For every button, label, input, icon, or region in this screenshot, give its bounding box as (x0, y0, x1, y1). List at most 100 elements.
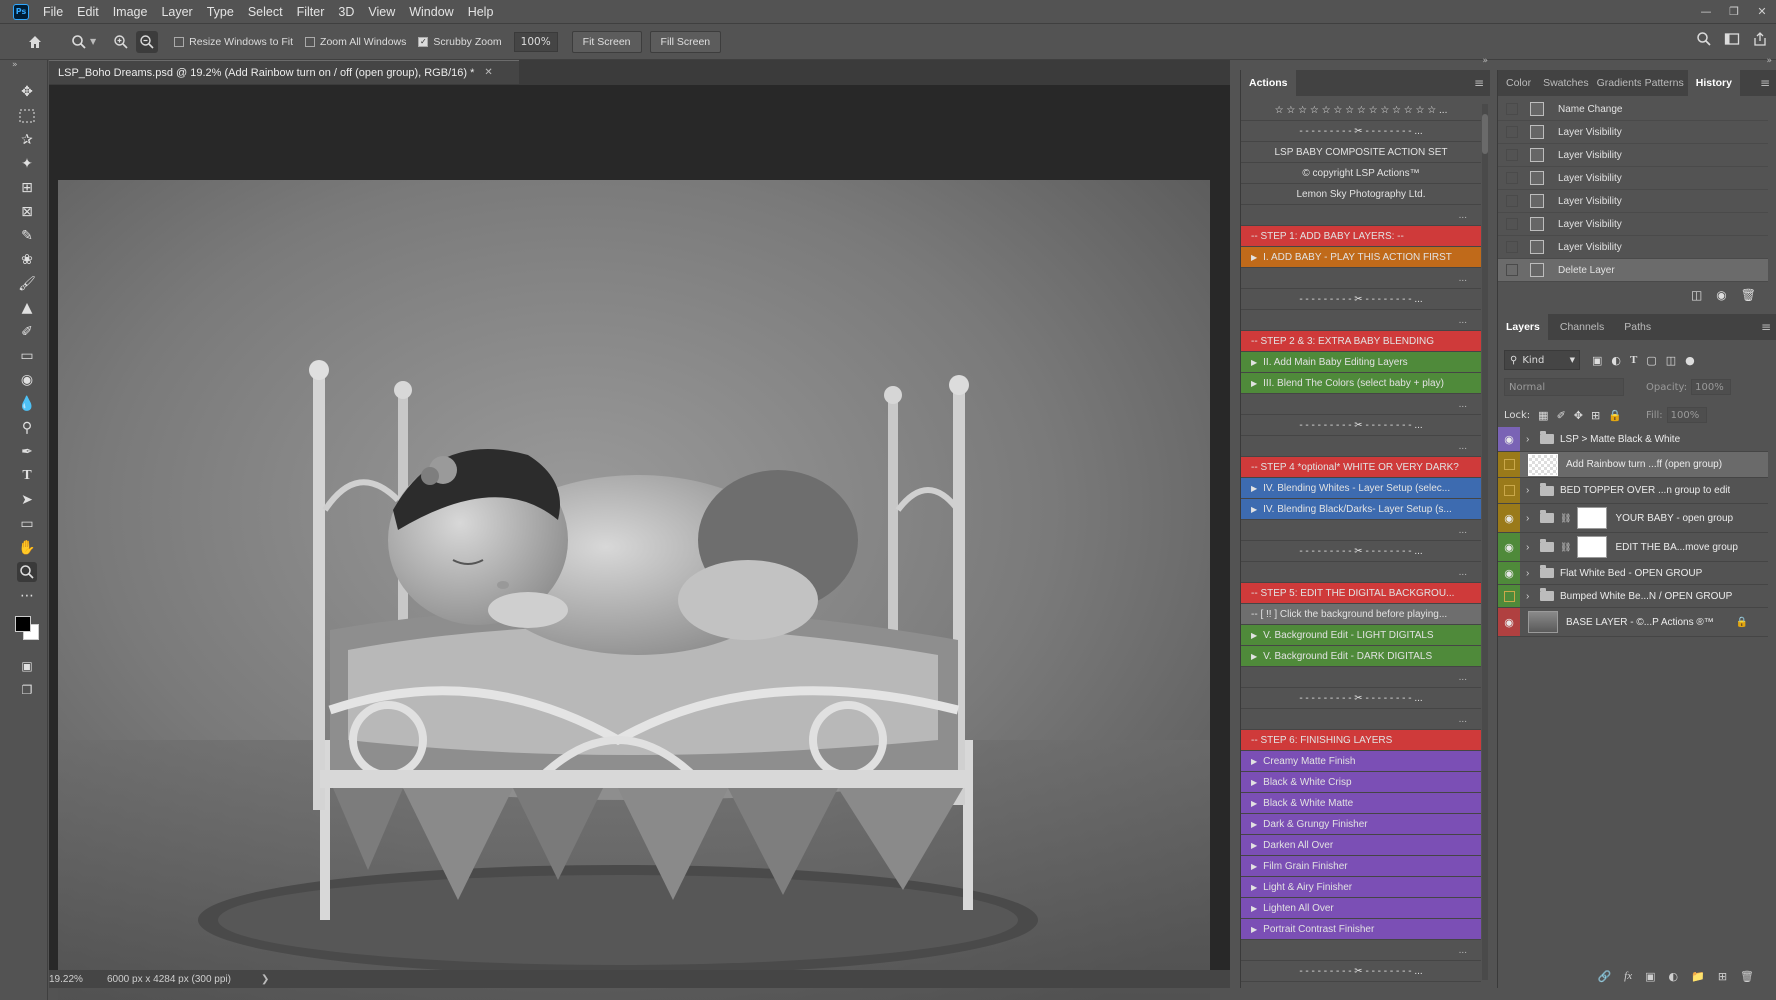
layer-name[interactable]: BED TOPPER OVER ...n group to edit (1560, 485, 1730, 496)
restore-icon[interactable]: ❐ (1720, 0, 1748, 23)
layer-mask-thumbnail[interactable] (1577, 536, 1608, 558)
screen-mode-icon[interactable]: ❐ (17, 680, 37, 700)
trash-icon[interactable]: 🗑 (1740, 970, 1754, 983)
collapse-arrows-icon[interactable]: » (1482, 56, 1488, 66)
action-header-text[interactable]: LSP BABY COMPOSITE ACTION SET (1241, 142, 1481, 163)
checkbox-box[interactable] (174, 36, 185, 47)
marquee-tool-icon[interactable] (17, 106, 37, 126)
action-header-text[interactable]: - - - - - - - - - ✂ - - - - - - - - ... (1241, 415, 1481, 436)
zoom-percent-field[interactable]: 100% (513, 31, 558, 52)
menu-help[interactable]: Help (468, 5, 494, 19)
action-item[interactable]: ▶ II. Add Main Baby Editing Layers (1241, 352, 1481, 373)
history-snapshot-toggle[interactable] (1506, 103, 1518, 115)
expand-triangle-icon[interactable]: ▶ (1251, 904, 1257, 913)
history-item[interactable]: Layer Visibility (1498, 144, 1768, 167)
filter-kind-select[interactable]: ⚲ Kind ▼ (1504, 350, 1580, 370)
home-icon[interactable] (24, 31, 46, 53)
brush-tool-icon[interactable]: 🖌 (17, 274, 37, 294)
action-header-text[interactable]: - - - - - - - - - ✂ - - - - - - - - ... (1241, 961, 1481, 982)
checkbox-box-checked[interactable]: ✓ (418, 36, 429, 47)
layer-name[interactable]: YOUR BABY - open group (1615, 513, 1733, 524)
lock-all-icon[interactable]: 🔒 (1608, 409, 1622, 422)
expand-triangle-icon[interactable]: ▶ (1251, 379, 1257, 388)
layer-name[interactable]: BASE LAYER - ©...P Actions ®™ (1566, 617, 1714, 628)
menu-file[interactable]: File (43, 5, 63, 19)
history-snapshot-toggle[interactable] (1506, 149, 1518, 161)
action-separator[interactable]: ... (1241, 940, 1481, 961)
action-separator[interactable]: ... (1241, 394, 1481, 415)
layer-row[interactable]: ◉ › ⛓ EDIT THE BA...move group (1498, 533, 1768, 562)
history-snapshot-toggle[interactable] (1506, 126, 1518, 138)
eraser-tool-icon[interactable]: ▭ (17, 346, 37, 366)
quick-mask-icon[interactable]: ▣ (17, 656, 37, 676)
menu-layer[interactable]: Layer (161, 5, 192, 19)
panel-menu-icon[interactable]: ≡ (1474, 76, 1484, 90)
menu-edit[interactable]: Edit (77, 5, 99, 19)
action-item[interactable]: ▶ Darken All Over (1241, 835, 1481, 856)
menu-filter[interactable]: Filter (297, 5, 325, 19)
action-item[interactable]: ▶ Film Grain Finisher (1241, 856, 1481, 877)
tab-patterns[interactable]: Patterns (1641, 77, 1688, 89)
eye-icon[interactable]: ◉ (1498, 533, 1520, 561)
trash-icon[interactable]: 🗑 (1741, 288, 1756, 302)
filter-shape-icon[interactable]: ▢ (1646, 354, 1656, 367)
history-item[interactable]: Layer Visibility (1498, 167, 1768, 190)
new-document-from-state-icon[interactable]: ◫ (1691, 288, 1702, 302)
action-separator[interactable]: ... (1241, 205, 1481, 226)
chain-link-icon[interactable]: ⛓ (1560, 542, 1571, 553)
zoom-in-icon[interactable] (110, 31, 132, 53)
expand-triangle-icon[interactable]: ▶ (1251, 358, 1257, 367)
expand-triangle-icon[interactable]: ▶ (1251, 820, 1257, 829)
blend-mode-select[interactable]: Normal (1504, 378, 1624, 396)
chevron-right-icon[interactable]: › (1526, 485, 1536, 496)
action-header-text[interactable]: - - - - - - - - - ✂ - - - - - - - - ... (1241, 541, 1481, 562)
blur-tool-icon[interactable]: 💧 (17, 394, 37, 414)
canvas-photo[interactable] (58, 180, 1210, 1000)
search-icon[interactable] (1696, 31, 1712, 50)
history-snapshot-toggle[interactable] (1506, 241, 1518, 253)
layer-row[interactable]: ◉ BASE LAYER - ©...P Actions ®™ 🔒 (1498, 608, 1768, 637)
clone-stamp-tool-icon[interactable]: ▲ (17, 298, 37, 318)
layer-name[interactable]: Bumped White Be...N / OPEN GROUP (1560, 591, 1732, 602)
minimize-icon[interactable]: — (1692, 0, 1720, 23)
tab-history[interactable]: History (1687, 70, 1740, 96)
action-item[interactable]: ▶ Portrait Contrast Finisher (1241, 919, 1481, 940)
visibility-off-icon[interactable] (1498, 478, 1520, 503)
document-tab[interactable]: LSP_Boho Dreams.psd @ 19.2% (Add Rainbow… (49, 60, 519, 84)
new-group-icon[interactable]: 📁 (1691, 970, 1705, 983)
expand-triangle-icon[interactable]: ▶ (1251, 484, 1257, 493)
crop-tool-icon[interactable]: ⊞ (17, 178, 37, 198)
chevron-right-icon[interactable]: › (1526, 434, 1536, 445)
filter-toggle-icon[interactable]: ● (1685, 354, 1695, 367)
history-snapshot-toggle[interactable] (1506, 172, 1518, 184)
action-item[interactable]: ▶ Light & Airy Finisher (1241, 877, 1481, 898)
action-item[interactable]: ▶ I. ADD BABY - PLAY THIS ACTION FIRST (1241, 247, 1481, 268)
layer-thumbnail[interactable] (1528, 453, 1558, 476)
tab-gradients[interactable]: Gradients (1593, 77, 1641, 89)
lock-artboard-icon[interactable]: ⊞ (1591, 409, 1600, 422)
action-header-text[interactable]: Lemon Sky Photography Ltd. (1241, 184, 1481, 205)
history-item[interactable]: Layer Visibility (1498, 213, 1768, 236)
tab-swatches[interactable]: Swatches (1539, 77, 1593, 89)
layer-row[interactable]: › Bumped White Be...N / OPEN GROUP (1498, 585, 1768, 608)
action-separator[interactable]: ... (1241, 310, 1481, 331)
expand-triangle-icon[interactable]: ▶ (1251, 505, 1257, 514)
filter-smart-object-icon[interactable]: ◫ (1666, 354, 1676, 367)
status-expand-arrow-icon[interactable]: ❯ (261, 974, 269, 985)
close-icon[interactable]: ✕ (1748, 0, 1776, 23)
layer-name[interactable]: LSP > Matte Black & White (1560, 434, 1680, 445)
adjustment-layer-icon[interactable]: ◐ (1669, 970, 1679, 983)
history-snapshot-toggle[interactable] (1506, 195, 1518, 207)
layer-name[interactable]: Add Rainbow turn ...ff (open group) (1566, 459, 1722, 470)
zoom-tool-active-icon[interactable] (17, 562, 37, 582)
visibility-box-icon[interactable] (1503, 459, 1515, 470)
layer-thumbnail[interactable] (1528, 611, 1558, 633)
action-item[interactable]: -- STEP 4 *optional* WHITE OR VERY DARK? (1241, 457, 1481, 478)
eye-icon[interactable]: ◉ (1498, 562, 1520, 584)
eye-icon[interactable]: ◉ (1498, 427, 1520, 451)
lasso-tool-icon[interactable]: ✰ (17, 130, 37, 150)
fx-icon[interactable]: fx (1624, 970, 1632, 982)
action-item[interactable]: ▶ Dark & Grungy Finisher (1241, 814, 1481, 835)
fill-screen-button[interactable]: Fill Screen (649, 30, 722, 53)
action-separator[interactable]: ... (1241, 268, 1481, 289)
